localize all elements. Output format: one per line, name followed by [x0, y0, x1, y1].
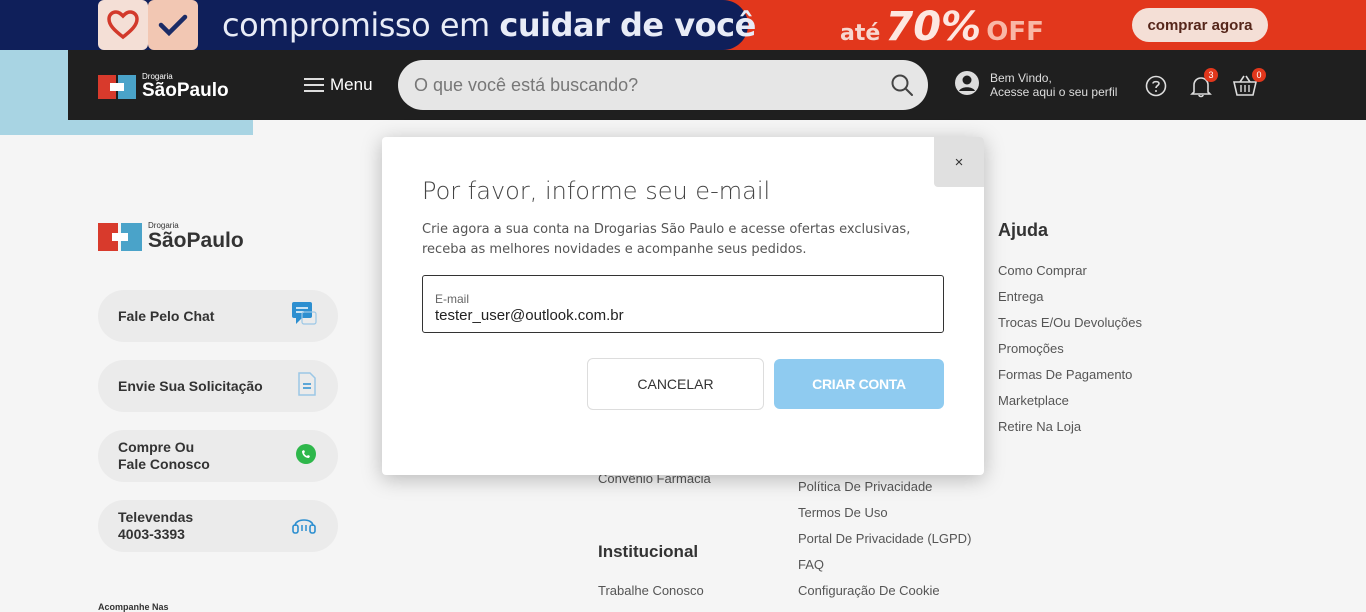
email-input[interactable] — [435, 306, 925, 324]
create-account-button[interactable]: CRIAR CONTA — [774, 359, 944, 409]
search-bar — [398, 60, 928, 110]
search-input[interactable] — [414, 60, 884, 110]
chat-icon — [290, 300, 318, 332]
footer-logo-big-text: SãoPaulo — [148, 229, 244, 252]
user-greeting: Bem Vindo, — [990, 70, 1052, 85]
cart-icon[interactable]: 0 — [1232, 68, 1266, 103]
send-request-button[interactable]: Envie Sua Solicitação — [98, 360, 338, 412]
cart-badge: 0 — [1252, 68, 1266, 82]
help-column-title: Ajuda — [998, 220, 1049, 240]
menu-label: Menu — [330, 75, 373, 94]
signup-email-modal: × Por favor, informe seu e-mail Crie ago… — [382, 137, 984, 475]
contact-label: Fale Pelo Chat — [118, 307, 215, 324]
footer-link[interactable]: Trabalhe Conosco — [598, 583, 704, 598]
promo-discount: até 70% OFF — [840, 4, 1044, 50]
site-header: Drogaria SãoPaulo Menu Bem Vindo, Acesse… — [68, 50, 1366, 120]
heart-icon — [98, 0, 148, 50]
modal-description: Crie agora a sua conta na Drogarias São … — [422, 222, 911, 257]
user-avatar-icon — [954, 70, 980, 99]
footer-logo[interactable]: Drogaria SãoPaulo — [98, 222, 244, 251]
footer-link[interactable]: Entrega — [998, 289, 1044, 304]
modal-title: Por favor, informe seu e-mail — [422, 177, 771, 205]
search-icon[interactable] — [890, 73, 914, 102]
check-icon — [148, 0, 198, 50]
logo-mark-icon — [98, 74, 136, 99]
footer-link[interactable]: Trocas E/Ou Devoluções — [998, 315, 1142, 330]
promo-tagline-regular: compromisso em — [222, 6, 500, 44]
footer-link[interactable]: Formas De Pagamento — [998, 367, 1132, 382]
contact-label-line2: 4003-3393 — [118, 526, 185, 542]
promo-discount-value: 70% — [885, 4, 982, 50]
notifications-badge: 3 — [1204, 68, 1218, 82]
promo-banner[interactable]: compromisso em cuidar de você até 70% OF… — [0, 0, 1366, 50]
footer-link[interactable]: Marketplace — [998, 393, 1069, 408]
footer-link[interactable]: Retire Na Loja — [998, 419, 1081, 434]
footer-link[interactable]: FAQ — [798, 557, 824, 572]
footer-link[interactable]: Política De Privacidade — [798, 479, 932, 494]
contact-label: Envie Sua Solicitação — [118, 377, 263, 394]
footer-link[interactable]: Portal De Privacidade (LGPD) — [798, 531, 971, 546]
cancel-button[interactable]: CANCELAR — [587, 358, 764, 410]
promo-tagline: compromisso em cuidar de você — [222, 6, 756, 44]
institutional-column-title: Institucional — [598, 542, 699, 561]
contact-label: Compre Ou — [118, 439, 195, 455]
footer-link[interactable]: Configuração De Cookie — [798, 583, 940, 598]
logo-mark-icon — [98, 222, 142, 251]
contact-label-line2: Fale Conosco — [118, 456, 210, 472]
site-logo[interactable]: Drogaria SãoPaulo — [98, 73, 229, 100]
hamburger-icon — [304, 78, 324, 92]
buy-now-button[interactable]: comprar agora — [1132, 8, 1268, 42]
promo-tagline-bold: cuidar de você — [499, 6, 756, 44]
footer-link[interactable]: Como Comprar — [998, 263, 1087, 278]
chat-button[interactable]: Fale Pelo Chat — [98, 290, 338, 342]
close-button[interactable]: × — [934, 137, 984, 187]
user-profile-link[interactable]: Bem Vindo, Acesse aqui o seu perfil — [954, 70, 1117, 99]
document-icon — [296, 371, 318, 401]
footer-link[interactable]: Promoções — [998, 341, 1064, 356]
footer-link[interactable]: Termos De Uso — [798, 505, 888, 520]
headset-icon — [290, 510, 318, 542]
whatsapp-icon — [294, 442, 318, 470]
contact-label: Televendas — [118, 509, 194, 525]
whatsapp-button[interactable]: Compre Ou Fale Conosco — [98, 430, 338, 482]
email-field[interactable]: E-mail — [422, 275, 944, 333]
user-profile-hint: Acesse aqui o seu perfil — [990, 84, 1118, 99]
follow-label: Acompanhe Nas — [98, 602, 169, 612]
logo-big-text: SãoPaulo — [142, 80, 229, 101]
bell-icon[interactable]: 3 — [1190, 68, 1218, 103]
telesales-button[interactable]: Televendas 4003-3393 — [98, 500, 338, 552]
promo-discount-prefix: até — [840, 21, 881, 46]
email-label: E-mail — [435, 292, 470, 306]
promo-discount-suffix: OFF — [986, 17, 1044, 47]
help-icon[interactable] — [1145, 75, 1167, 102]
menu-button[interactable]: Menu — [304, 75, 373, 95]
